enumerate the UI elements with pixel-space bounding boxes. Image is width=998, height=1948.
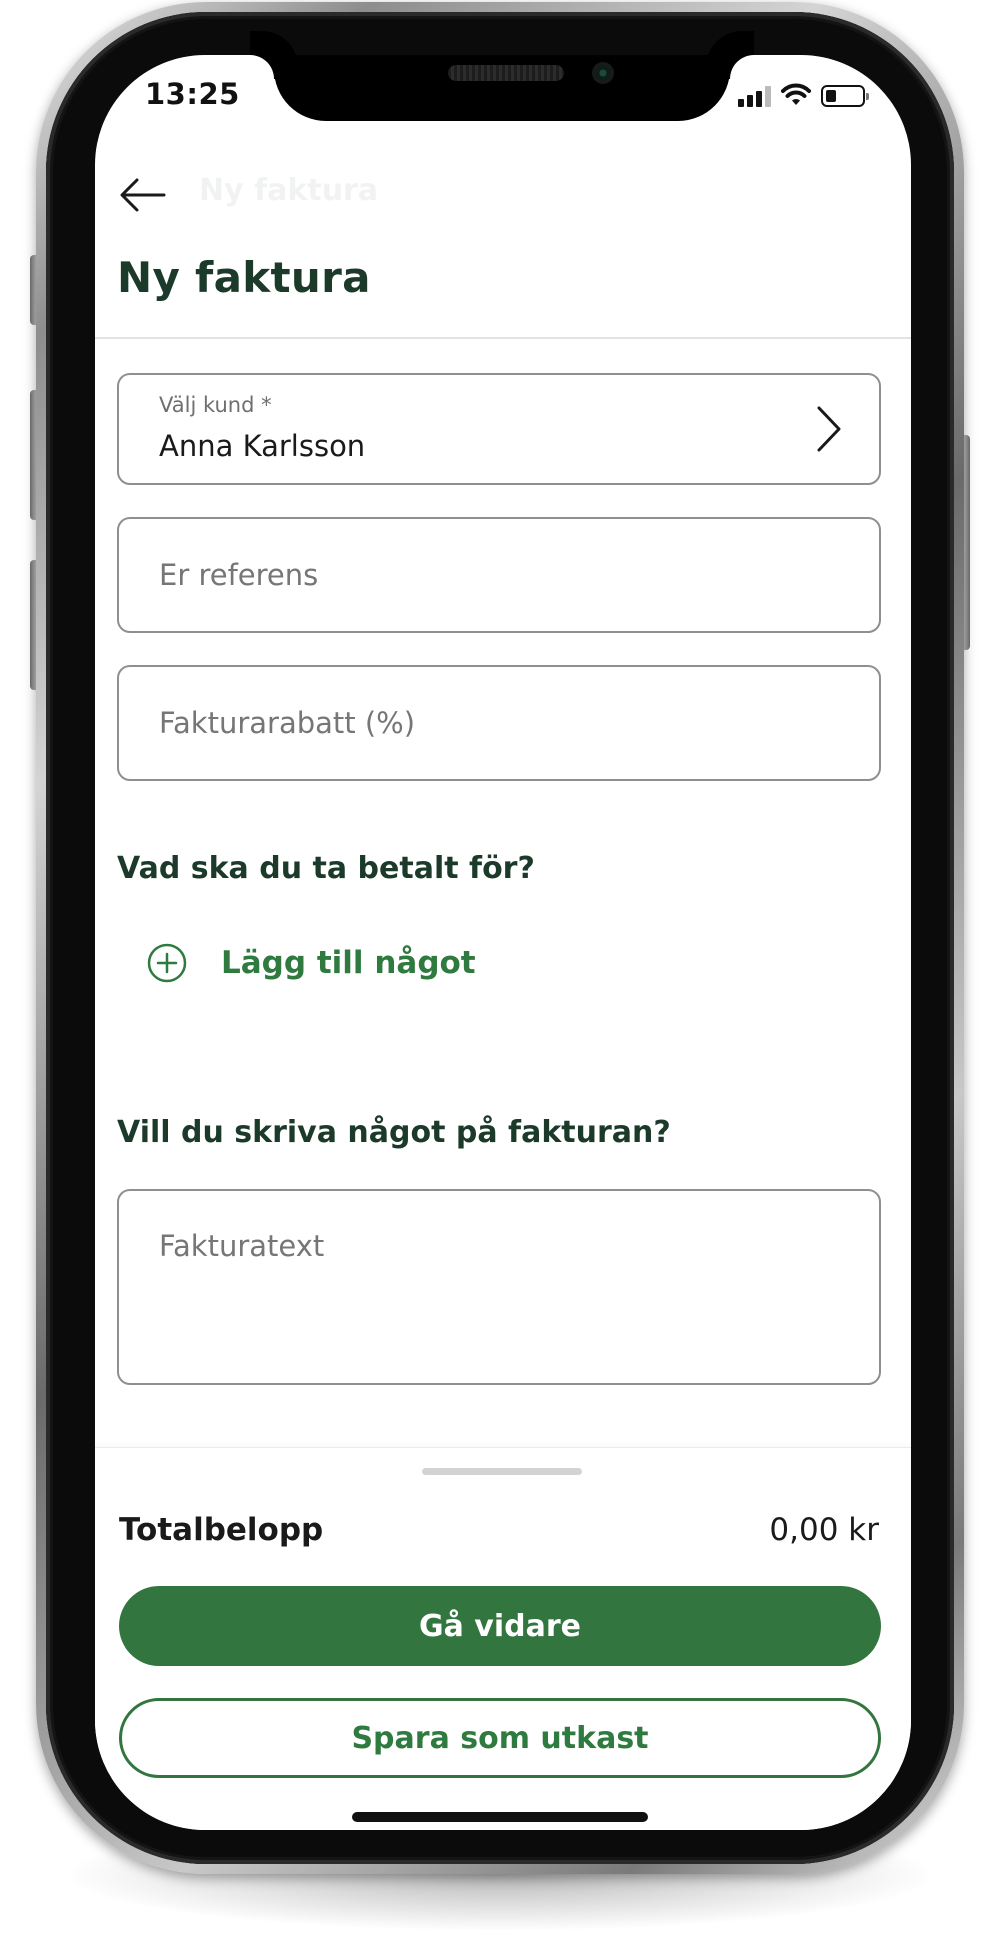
customer-select-value: Anna Karlsson xyxy=(159,429,366,463)
app-screen: 13:25 Ny faktura Ny faktura Välj kund * … xyxy=(95,55,911,1830)
add-item-label: Lägg till något xyxy=(221,945,476,981)
front-camera xyxy=(592,62,614,84)
battery-icon xyxy=(821,85,869,107)
invoice-text-section-title: Vill du skriva något på fakturan? xyxy=(117,1115,671,1150)
customer-select[interactable]: Välj kund * Anna Karlsson xyxy=(117,373,881,485)
cellular-signal-icon xyxy=(738,85,771,107)
plus-circle-icon xyxy=(147,943,187,983)
invoice-discount-placeholder: Fakturarabatt (%) xyxy=(159,706,416,740)
invoice-text-area[interactable]: Fakturatext xyxy=(117,1189,881,1385)
arrow-left-icon xyxy=(120,178,166,212)
status-time: 13:25 xyxy=(145,77,240,111)
back-button[interactable] xyxy=(115,167,171,223)
sheet-drag-handle[interactable] xyxy=(422,1468,582,1475)
header-divider xyxy=(95,337,911,339)
total-amount-value: 0,00 kr xyxy=(769,1512,879,1548)
items-section-title: Vad ska du ta betalt för? xyxy=(117,851,535,886)
continue-button[interactable]: Gå vidare xyxy=(119,1586,881,1666)
save-draft-button[interactable]: Spara som utkast xyxy=(119,1698,881,1778)
speaker-grille xyxy=(448,65,564,81)
chevron-right-icon xyxy=(817,406,841,452)
customer-select-label: Välj kund * xyxy=(159,393,272,417)
page-title: Ny faktura xyxy=(117,253,371,302)
reference-placeholder: Er referens xyxy=(159,558,319,592)
home-indicator[interactable] xyxy=(352,1812,648,1822)
total-amount-label: Totalbelopp xyxy=(119,1512,324,1548)
summary-bottom-sheet: Totalbelopp 0,00 kr Gå vidare Spara som … xyxy=(95,1447,911,1830)
wifi-icon xyxy=(781,83,811,105)
phone-notch xyxy=(274,55,730,121)
invoice-text-placeholder: Fakturatext xyxy=(159,1229,325,1263)
status-icons xyxy=(738,81,869,107)
collapsed-header-title: Ny faktura xyxy=(199,173,379,208)
add-item-button[interactable]: Lägg till något xyxy=(147,943,476,983)
invoice-discount-input[interactable]: Fakturarabatt (%) xyxy=(117,665,881,781)
reference-input[interactable]: Er referens xyxy=(117,517,881,633)
